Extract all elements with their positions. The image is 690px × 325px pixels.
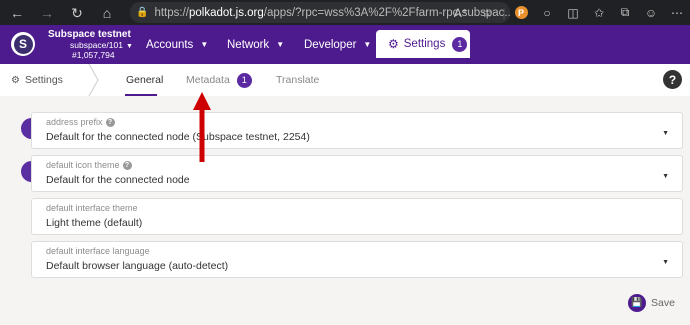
chain-spec-label: subspace/101 — [70, 40, 123, 50]
browser-actions: A⁺ ☆ | P ○ ◫ ✩ ⧉ ☺ ⋯ — [448, 0, 690, 25]
address-prefix-label: address prefix? — [46, 117, 115, 127]
save-label: Save — [651, 296, 675, 309]
polkadot-extension-icon[interactable]: P — [508, 0, 534, 25]
gears-icon: ⚙ — [11, 74, 20, 86]
dropdown-arrow-icon: ▼ — [662, 130, 669, 137]
split-screen-icon[interactable]: ◫ — [560, 0, 586, 25]
browser-toolbar: ← → ↻ ⌂ 🔒 https://polkadot.js.org/apps/?… — [0, 0, 690, 25]
chain-spec[interactable]: subspace/101 ▼ — [70, 40, 133, 50]
address-prefix-label-text: address prefix — [46, 117, 103, 127]
lock-icon: 🔒 — [136, 7, 149, 18]
icon-theme-label-text: default icon theme — [46, 160, 120, 170]
settings-tab-bar: ⚙ Settings General Metadata 1 Translate — [0, 64, 690, 96]
chain-logo[interactable]: S — [11, 32, 35, 56]
extension-icon-2[interactable]: ○ — [534, 0, 560, 25]
tab-translate[interactable]: Translate — [276, 64, 319, 96]
chevron-down-icon: ▼ — [276, 40, 285, 49]
interface-language-label: default interface language — [46, 246, 150, 256]
icon-theme-dropdown[interactable]: default icon theme? Default for the conn… — [31, 155, 683, 192]
interface-theme-label: default interface theme — [46, 203, 138, 213]
tab-metadata-label: Metadata — [186, 74, 230, 86]
interface-theme-value: Light theme (default) — [46, 217, 143, 229]
url-prefix: https:// — [154, 6, 189, 19]
extension-logo: P — [514, 6, 528, 19]
more-menu-icon[interactable]: ⋯ — [664, 0, 690, 25]
chevron-down-icon: ▼ — [363, 40, 372, 49]
address-prefix-dropdown[interactable]: address prefix? Default for the connecte… — [31, 112, 683, 149]
breadcrumb-chevron — [88, 64, 99, 96]
help-question-icon[interactable]: ? — [122, 160, 132, 170]
chain-name[interactable]: Subspace testnet — [48, 29, 131, 40]
profile-icon[interactable]: ☺ — [638, 0, 664, 25]
menu-settings-label: Settings — [403, 38, 446, 50]
chevron-down-icon: ▼ — [200, 40, 209, 49]
toolbar-divider: | — [502, 5, 506, 20]
forward-icon[interactable]: → — [36, 2, 58, 24]
tab-general[interactable]: General — [126, 64, 163, 96]
icon-theme-label: default icon theme? — [46, 160, 132, 170]
save-button[interactable]: 💾 Save — [628, 293, 675, 312]
metadata-badge: 1 — [236, 72, 252, 88]
chain-logo-letter: S — [13, 34, 33, 54]
save-icon: 💾 — [628, 293, 646, 312]
home-icon[interactable]: ⌂ — [96, 2, 118, 24]
menu-network[interactable]: Network ▼ — [227, 25, 284, 64]
chevron-down-icon: ▼ — [125, 43, 133, 50]
help-button[interactable]: ? — [663, 70, 682, 89]
app-header: S Subspace testnet subspace/101 ▼ #1,057,… — [0, 25, 690, 64]
menu-developer[interactable]: Developer ▼ — [304, 25, 371, 64]
address-prefix-value: Default for the connected node (Subspace… — [46, 131, 310, 143]
section-title-label: Settings — [24, 74, 63, 86]
favorites-icon[interactable]: ✩ — [586, 0, 612, 25]
dropdown-arrow-icon: ▼ — [662, 173, 669, 180]
block-number: #1,057,794 — [72, 50, 115, 60]
favorite-star-icon[interactable]: ☆ — [474, 0, 500, 25]
menu-settings[interactable]: ⚙ Settings 1 — [376, 30, 470, 58]
menu-accounts-label: Accounts — [146, 38, 194, 51]
gears-icon: ⚙ — [388, 37, 399, 51]
interface-language-dropdown[interactable]: default interface language Default brows… — [31, 241, 683, 278]
reload-icon[interactable]: ↻ — [66, 2, 88, 24]
help-question-icon[interactable]: ? — [105, 117, 115, 127]
menu-network-label: Network — [227, 38, 270, 51]
url-host: polkadot.js.org — [188, 6, 264, 19]
icon-theme-value: Default for the connected node — [46, 174, 190, 186]
back-icon[interactable]: ← — [6, 2, 28, 24]
active-tab-indicator — [125, 94, 157, 96]
menu-accounts[interactable]: Accounts ▼ — [146, 25, 208, 64]
settings-badge: 1 — [452, 36, 468, 52]
dropdown-arrow-icon: ▼ — [662, 259, 669, 266]
read-aloud-icon[interactable]: A⁺ — [448, 0, 474, 25]
interface-theme-dropdown[interactable]: default interface theme Light theme (def… — [31, 198, 683, 235]
annotation-arrow — [193, 92, 211, 162]
interface-language-value: Default browser language (auto-detect) — [46, 260, 229, 272]
collections-icon[interactable]: ⧉ — [612, 0, 638, 25]
section-title: ⚙ Settings — [11, 64, 63, 96]
menu-developer-label: Developer — [304, 38, 357, 51]
